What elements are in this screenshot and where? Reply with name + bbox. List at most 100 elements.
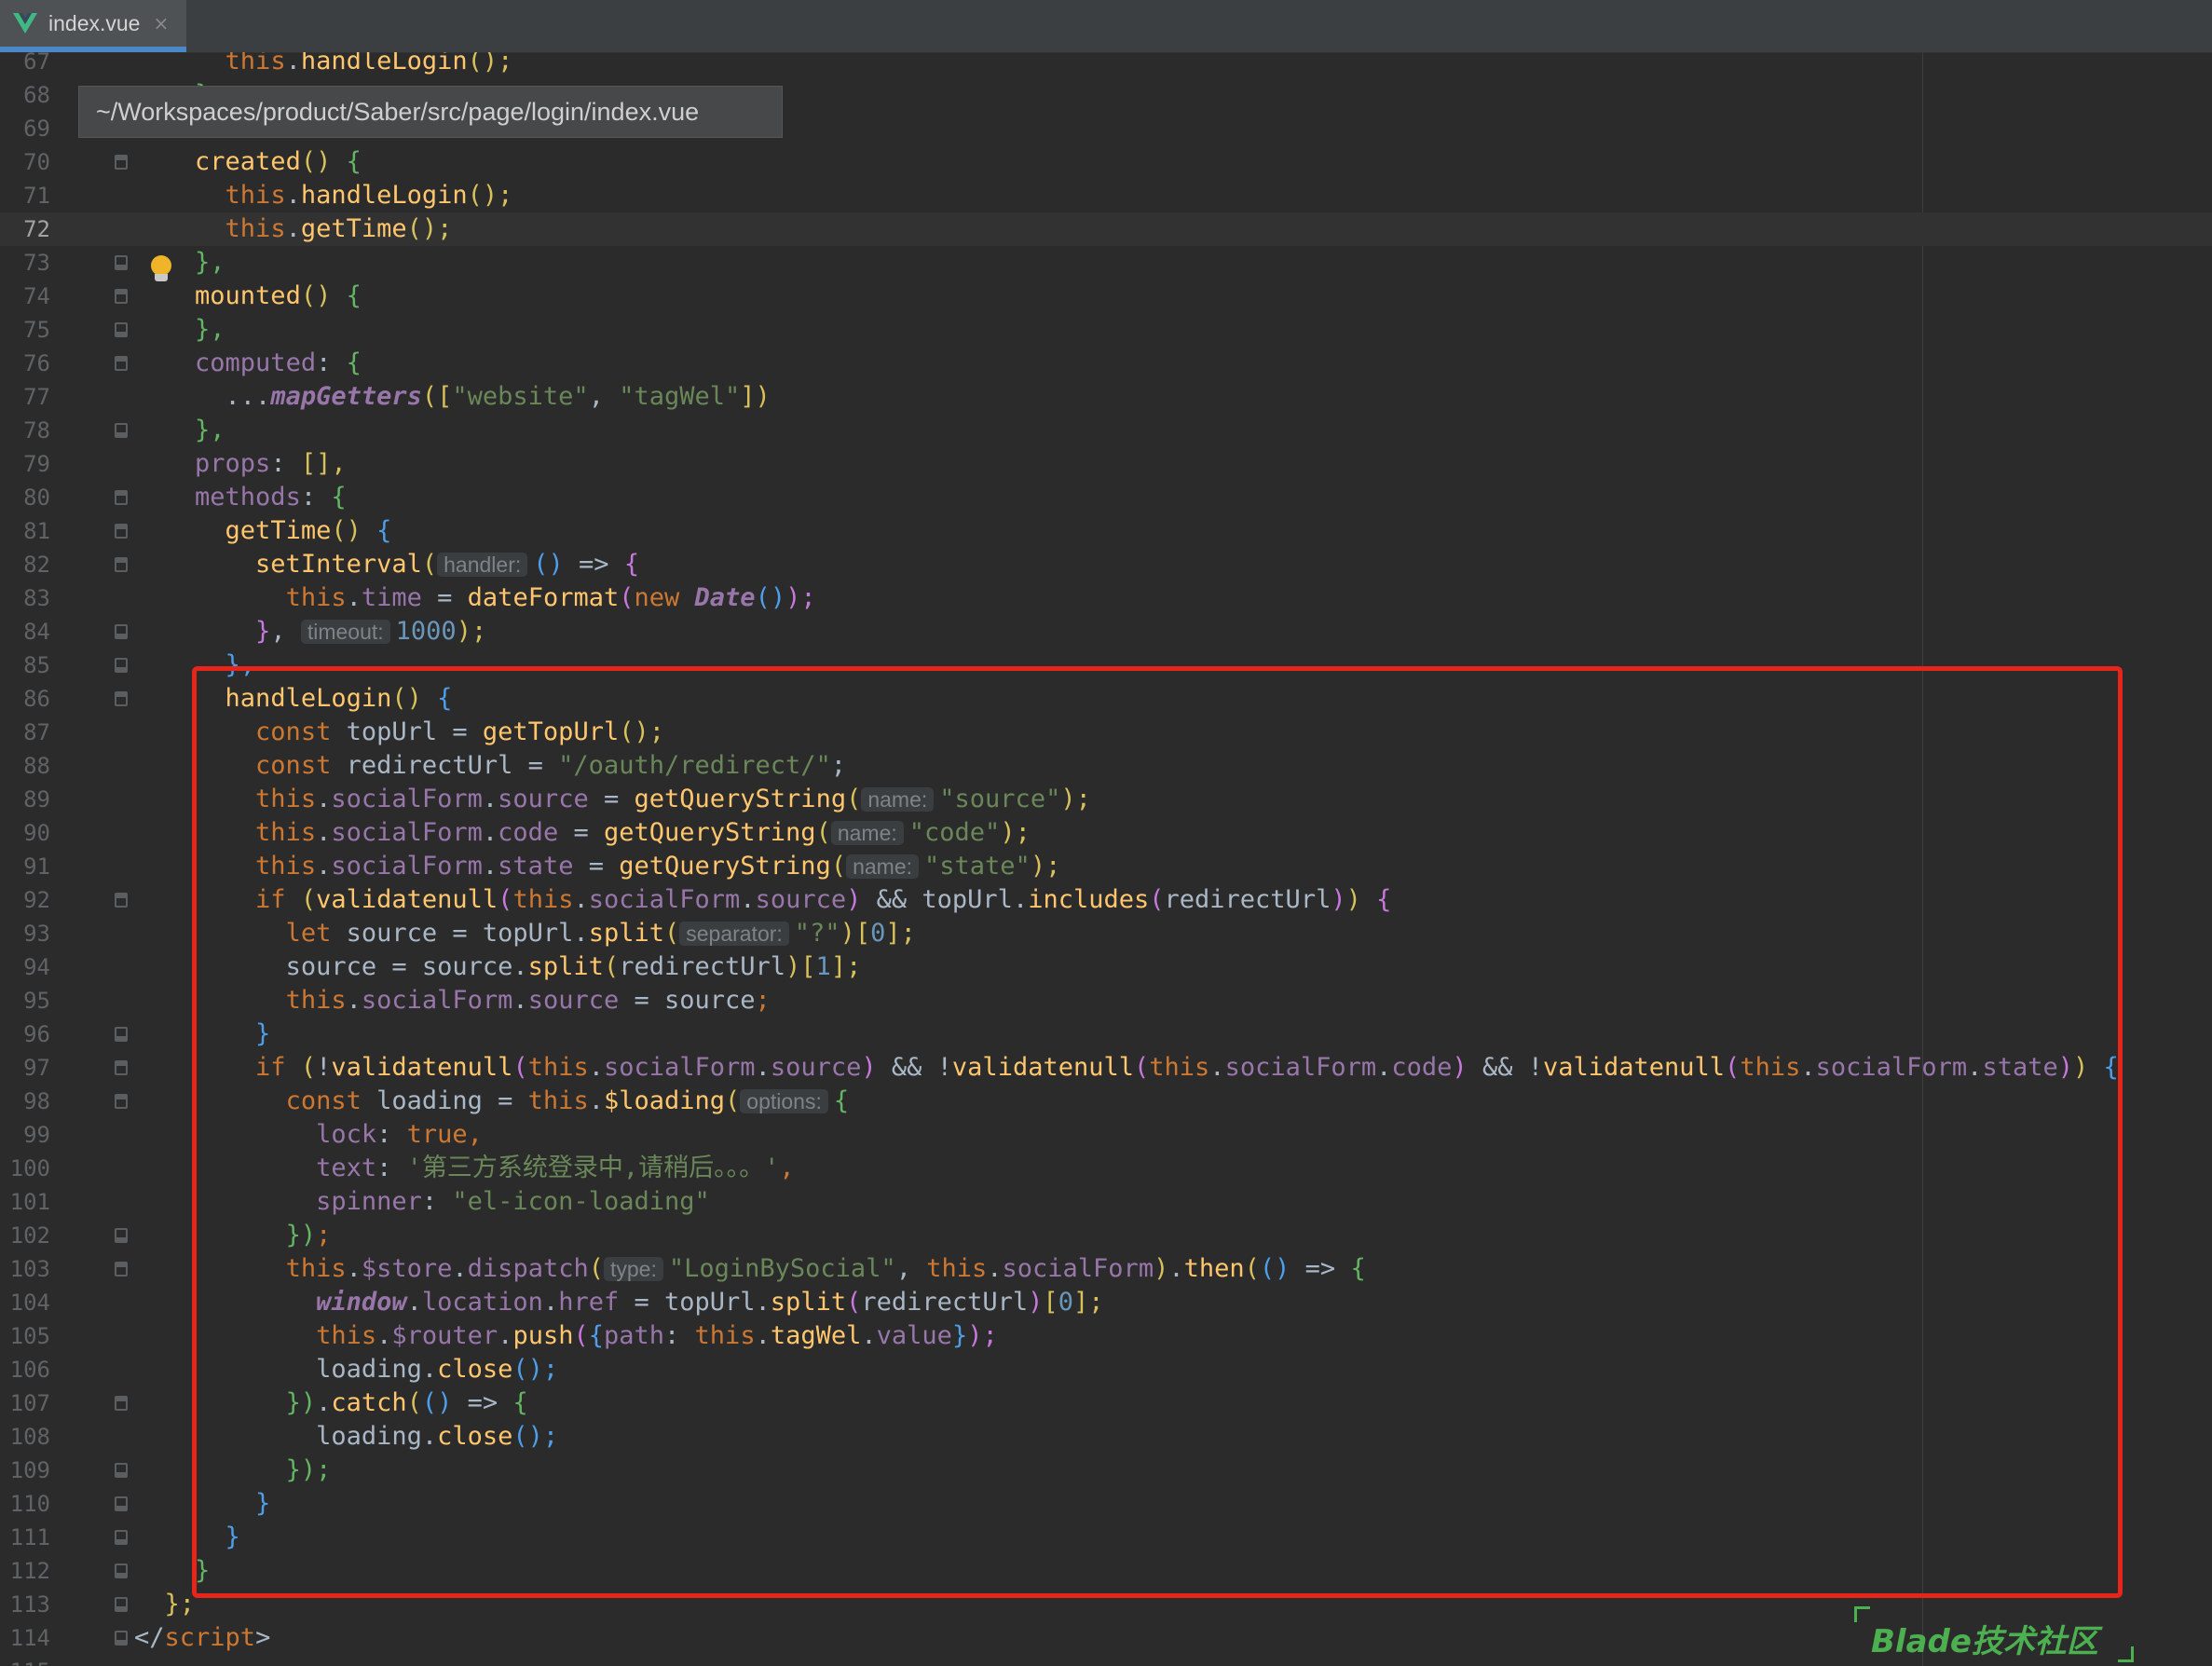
code-line[interactable]: 83 this.time = dateFormat(new Date()); xyxy=(0,581,2212,615)
code-text: computed: { xyxy=(134,347,362,380)
code-token: () xyxy=(755,583,786,612)
line-number: 72 xyxy=(23,216,50,242)
code-editor[interactable]: 67 this.handleLogin();68 }6970 created()… xyxy=(0,52,2212,1666)
code-text: this.time = dateFormat(new Date()); xyxy=(134,581,816,615)
code-token: "tagWel" xyxy=(619,382,741,411)
fold-marker-icon[interactable] xyxy=(115,1597,128,1612)
fold-marker-icon[interactable] xyxy=(115,1396,128,1411)
fold-marker-icon[interactable] xyxy=(115,490,128,505)
tab-index-vue[interactable]: index.vue × xyxy=(0,0,186,52)
watermark-corner-br xyxy=(2118,1646,2134,1662)
line-number: 100 xyxy=(9,1155,50,1181)
code-token: (); xyxy=(467,52,513,75)
code-line[interactable]: 70 created() { xyxy=(0,145,2212,179)
line-number: 108 xyxy=(9,1424,50,1450)
fold-marker-icon[interactable] xyxy=(115,322,128,337)
fold-marker-icon[interactable] xyxy=(115,1463,128,1478)
code-line[interactable]: 75 }, xyxy=(0,313,2212,347)
line-number: 114 xyxy=(9,1625,50,1651)
code-line[interactable]: 77 ...mapGetters(["website", "tagWel"]) xyxy=(0,380,2212,414)
code-line[interactable]: 84 }, timeout: 1000); xyxy=(0,615,2212,649)
fold-marker-icon[interactable] xyxy=(115,1262,128,1277)
code-token: (); xyxy=(406,214,453,243)
code-token: = xyxy=(421,583,468,612)
file-path-text: ~/Workspaces/product/Saber/src/page/logi… xyxy=(96,97,700,126)
code-token: created xyxy=(195,147,301,176)
fold-marker-icon[interactable] xyxy=(115,155,128,170)
fold-marker-icon[interactable] xyxy=(115,557,128,572)
code-token: this xyxy=(285,583,347,612)
code-line[interactable]: 67 this.handleLogin(); xyxy=(0,52,2212,78)
line-number: 86 xyxy=(23,686,50,712)
vue-file-icon xyxy=(13,13,37,34)
line-number: 91 xyxy=(23,853,50,880)
code-text: mounted() { xyxy=(134,280,362,313)
fold-marker-icon[interactable] xyxy=(115,1631,128,1646)
line-number: 109 xyxy=(9,1457,50,1483)
line-number: 97 xyxy=(23,1055,50,1081)
line-number: 71 xyxy=(23,183,50,209)
fold-marker-icon[interactable] xyxy=(115,1094,128,1109)
code-line[interactable]: 72 this.getTime(); xyxy=(0,212,2212,246)
close-icon[interactable]: × xyxy=(153,12,169,34)
code-line[interactable]: 71 this.handleLogin(); xyxy=(0,179,2212,212)
line-number: 104 xyxy=(9,1290,50,1316)
fold-marker-icon[interactable] xyxy=(115,1564,128,1578)
fold-marker-icon[interactable] xyxy=(115,423,128,438)
code-token: methods xyxy=(195,483,301,512)
code-token: setInterval xyxy=(255,550,422,579)
fold-marker-icon[interactable] xyxy=(115,1228,128,1243)
line-number: 98 xyxy=(23,1088,50,1114)
code-token: , xyxy=(270,617,301,646)
code-token: { xyxy=(623,550,640,579)
line-number: 90 xyxy=(23,820,50,846)
code-text: setInterval(handler:() => { xyxy=(134,548,639,581)
code-token: getTime xyxy=(225,516,332,545)
code-text: }, xyxy=(134,414,225,447)
code-token: ); xyxy=(785,583,816,612)
code-token: "website" xyxy=(452,382,589,411)
code-token: handleLogin xyxy=(300,181,468,210)
line-number: 78 xyxy=(23,417,50,444)
fold-marker-icon[interactable] xyxy=(115,289,128,304)
code-line[interactable]: 81 getTime() { xyxy=(0,514,2212,548)
fold-marker-icon[interactable] xyxy=(115,658,128,673)
fold-marker-icon[interactable] xyxy=(115,1060,128,1075)
fold-marker-icon[interactable] xyxy=(115,893,128,908)
code-token: , xyxy=(588,382,620,411)
parameter-hint: handler: xyxy=(437,553,528,577)
code-token: ); xyxy=(456,617,487,646)
code-line[interactable]: 73 }, xyxy=(0,246,2212,280)
fold-marker-icon[interactable] xyxy=(115,255,128,270)
code-text: props: [], xyxy=(134,447,347,481)
fold-marker-icon[interactable] xyxy=(115,1530,128,1545)
line-number: 92 xyxy=(23,887,50,913)
code-line[interactable]: 82 setInterval(handler:() => { xyxy=(0,548,2212,581)
fold-marker-icon[interactable] xyxy=(115,1496,128,1511)
lightbulb-icon[interactable] xyxy=(151,255,171,276)
code-line[interactable]: 79 props: [], xyxy=(0,447,2212,481)
code-line[interactable]: 80 methods: { xyxy=(0,481,2212,514)
code-line[interactable]: 78 }, xyxy=(0,414,2212,447)
fold-marker-icon[interactable] xyxy=(115,624,128,639)
code-line[interactable]: 76 computed: { xyxy=(0,347,2212,380)
fold-marker-icon[interactable] xyxy=(115,691,128,706)
line-number: 105 xyxy=(9,1323,50,1349)
code-token: ( xyxy=(619,583,635,612)
code-text: this.handleLogin(); xyxy=(134,52,513,78)
code-text: ...mapGetters(["website", "tagWel"]) xyxy=(134,380,771,414)
tab-label: index.vue xyxy=(48,10,141,35)
code-token: > xyxy=(255,1623,271,1652)
fold-marker-icon[interactable] xyxy=(115,356,128,371)
watermark-logo: Blade技术社区 xyxy=(1854,1606,2134,1662)
fold-marker-icon[interactable] xyxy=(115,524,128,539)
code-line[interactable]: 74 mounted() { xyxy=(0,280,2212,313)
line-number: 81 xyxy=(23,518,50,544)
fold-marker-icon[interactable] xyxy=(115,1027,128,1042)
